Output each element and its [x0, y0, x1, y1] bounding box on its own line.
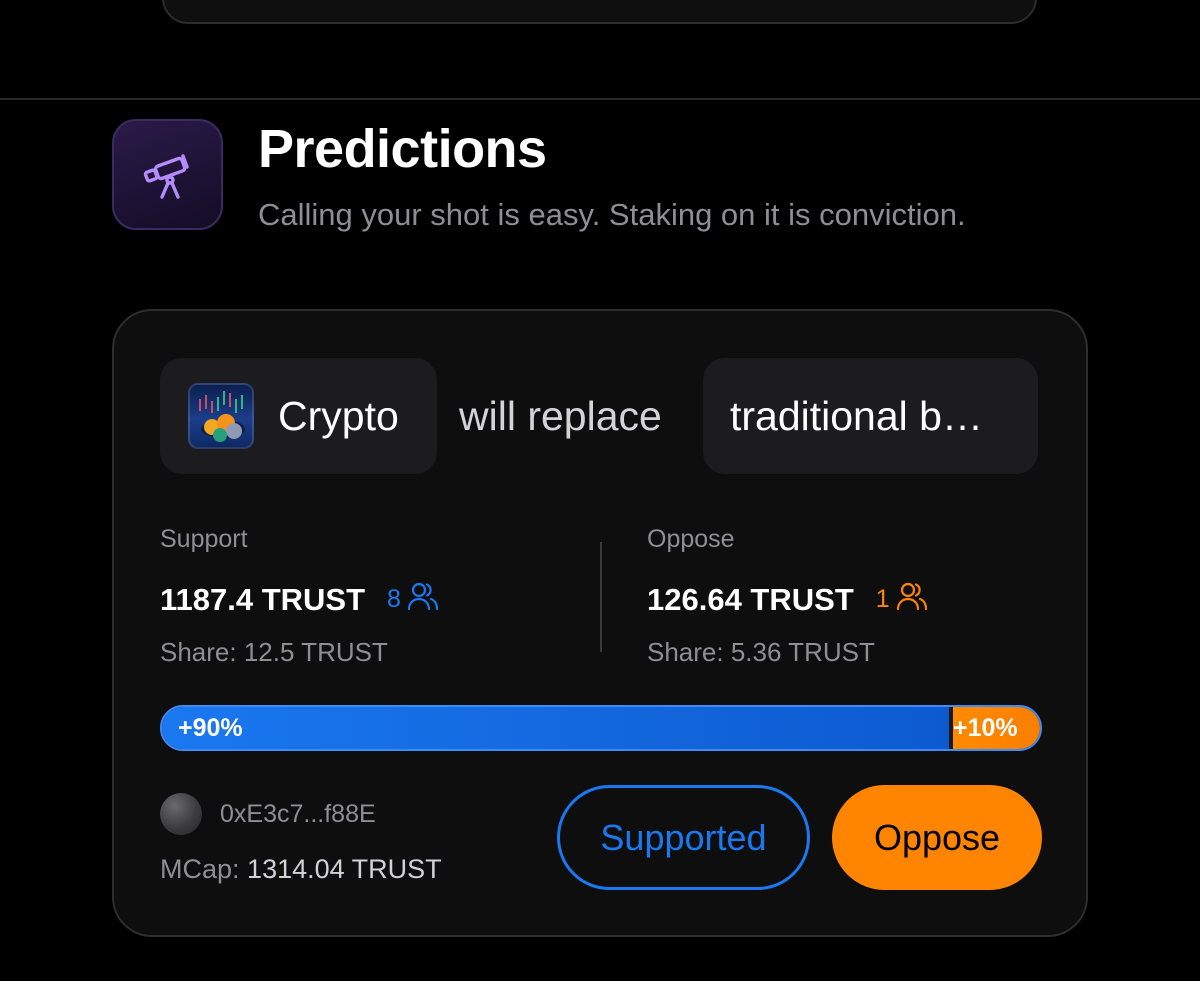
oppose-amount-row: 126.64 TRUST 1	[647, 581, 928, 618]
telescope-icon	[112, 119, 223, 230]
support-oppose-ratio-bar: +90% +10%	[160, 705, 1042, 751]
object-chip[interactable]: traditional b…	[703, 358, 1038, 474]
people-icon	[896, 581, 928, 618]
creator[interactable]: 0xE3c7...f88E	[160, 793, 376, 835]
previous-card	[162, 0, 1037, 24]
oppose-count[interactable]: 1	[876, 581, 928, 618]
mcap-value: 1314.04 TRUST	[247, 854, 442, 884]
oppose-amount: 126.64 TRUST	[647, 581, 854, 617]
support-amount-row: 1187.4 TRUST 8	[160, 581, 439, 618]
avatar	[160, 793, 202, 835]
creator-address: 0xE3c7...f88E	[220, 799, 376, 828]
predicate-label: will replace	[459, 392, 662, 439]
support-label: Support	[160, 525, 248, 553]
oppose-ratio-label: +10%	[953, 713, 1018, 742]
support-ratio-label: +90%	[178, 713, 243, 742]
crypto-thumbnail-icon	[188, 383, 254, 449]
support-count[interactable]: 8	[387, 581, 439, 618]
mcap-label: MCap:	[160, 854, 240, 884]
oppose-share: Share: 5.36 TRUST	[647, 637, 875, 667]
stats-divider	[600, 542, 602, 652]
oppose-count-value: 1	[875, 585, 890, 613]
support-amount: 1187.4 TRUST	[160, 581, 366, 617]
section-title: Predictions	[258, 119, 547, 179]
supported-button[interactable]: Supported	[557, 785, 810, 890]
market-cap: MCap: 1314.04 TRUST	[160, 854, 442, 885]
oppose-label: Oppose	[647, 525, 735, 553]
section-subtitle: Calling your shot is easy. Staking on it…	[258, 197, 966, 232]
oppose-ratio-segment: +10%	[953, 707, 1040, 749]
people-icon	[407, 581, 439, 618]
subject-label: Crypto	[278, 392, 399, 439]
support-ratio-segment: +90%	[162, 707, 949, 749]
prediction-card[interactable]: Crypto will replace traditional b… Suppo…	[112, 309, 1088, 937]
support-count-value: 8	[387, 585, 401, 613]
page: Predictions Calling your shot is easy. S…	[0, 0, 1200, 981]
oppose-button[interactable]: Oppose	[832, 785, 1042, 890]
section-divider	[0, 98, 1200, 100]
object-label: traditional b…	[730, 392, 983, 439]
support-share: Share: 12.5 TRUST	[160, 637, 388, 667]
subject-chip[interactable]: Crypto	[160, 358, 437, 474]
